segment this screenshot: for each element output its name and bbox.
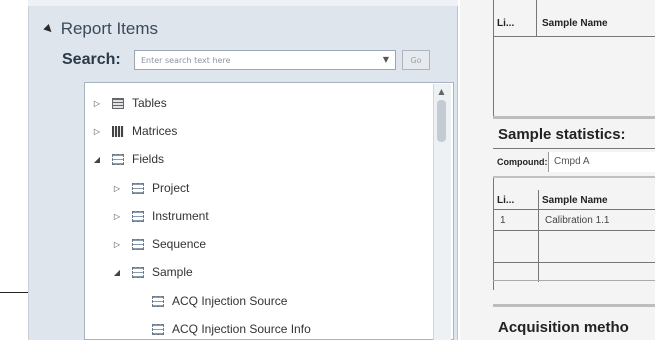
- tree-item-label: Project: [152, 181, 190, 195]
- report-items-header[interactable]: ▼ Report Items: [42, 14, 159, 44]
- table-border: [493, 148, 655, 149]
- field-icon: [132, 210, 144, 222]
- compound-value-field[interactable]: Cmpd A: [548, 152, 655, 172]
- tree-item-label: Tables: [132, 96, 167, 110]
- column-header-sample-name: Sample Name: [542, 18, 608, 29]
- collapse-arrow-icon[interactable]: ◢: [92, 155, 102, 164]
- scroll-up-arrow-icon[interactable]: ▲: [433, 84, 450, 98]
- tree-item-label: Fields: [132, 152, 165, 166]
- column-header-line: Li...: [497, 195, 515, 206]
- field-icon: [152, 295, 164, 307]
- tree-item-label: ACQ Injection Source: [172, 294, 288, 308]
- table-border: [493, 36, 655, 37]
- column-header-sample-name: Sample Name: [542, 195, 608, 206]
- matrix-icon: [112, 125, 124, 137]
- tree-item-acq-injection-source[interactable]: ACQ Injection Source: [132, 291, 287, 311]
- section-separator: [493, 304, 655, 307]
- compound-label: Compound:: [497, 157, 548, 167]
- scroll-thumb[interactable]: [437, 100, 446, 142]
- table-border: [493, 230, 655, 231]
- table-border: [493, 209, 655, 210]
- acquisition-method-title: Acquisition metho: [498, 319, 629, 336]
- tree-item-label: Sample: [152, 265, 193, 279]
- search-input[interactable]: Enter search text here ▼: [134, 50, 396, 70]
- expand-arrow-icon[interactable]: ▷: [112, 184, 122, 193]
- tree-item-project[interactable]: ▷ Project: [112, 178, 189, 198]
- field-icon: [132, 238, 144, 250]
- expand-arrow-icon[interactable]: ▷: [92, 99, 102, 108]
- collapse-triangle-icon[interactable]: ▼: [42, 22, 55, 35]
- field-icon: [112, 153, 124, 165]
- table-border: [493, 178, 494, 290]
- section-separator: [493, 116, 655, 119]
- collapse-arrow-icon[interactable]: ◢: [112, 268, 122, 277]
- table-border: [536, 0, 537, 36]
- tree-item-label: ACQ Injection Source Info: [172, 322, 311, 336]
- sample-statistics-title: Sample statistics:: [498, 126, 626, 143]
- table-border: [493, 280, 655, 281]
- table-icon: [112, 97, 124, 109]
- table-border: [538, 190, 539, 282]
- tree-item-matrices[interactable]: ▷ Matrices: [92, 121, 177, 141]
- tree-item-sample[interactable]: ◢ Sample: [112, 262, 193, 282]
- tree-item-label: Sequence: [152, 237, 207, 251]
- expand-arrow-icon[interactable]: ▷: [92, 127, 102, 136]
- tree-item-instrument[interactable]: ▷ Instrument: [112, 206, 209, 226]
- expand-arrow-icon[interactable]: ▷: [112, 240, 122, 249]
- tree-item-label: Matrices: [132, 124, 178, 138]
- column-header-line: Li...: [497, 18, 515, 29]
- tree-item-tables[interactable]: ▷ Tables: [92, 93, 167, 113]
- table-border: [493, 0, 494, 118]
- field-icon: [152, 323, 164, 335]
- row-line-number: 1: [500, 215, 506, 226]
- report-items-label: Report Items: [60, 19, 159, 38]
- row-sample-name: Calibration 1.1: [545, 215, 610, 226]
- expand-arrow-icon[interactable]: ▷: [112, 212, 122, 221]
- panel-top-strip: [28, 0, 458, 6]
- search-label: Search:: [62, 51, 121, 68]
- field-icon: [132, 182, 144, 194]
- tree-item-label: Instrument: [152, 209, 209, 223]
- left-margin: [0, 0, 28, 340]
- tree-item-acq-injection-source-info[interactable]: ACQ Injection Source Info: [132, 319, 311, 339]
- search-placeholder: Enter search text here: [141, 55, 231, 65]
- tree-item-sequence[interactable]: ▷ Sequence: [112, 234, 206, 254]
- dropdown-arrow-icon[interactable]: ▼: [383, 55, 389, 64]
- table-border: [493, 262, 655, 263]
- table-border: [493, 176, 655, 178]
- tree-item-fields[interactable]: ◢ Fields: [92, 149, 164, 169]
- go-button[interactable]: Go: [402, 50, 430, 70]
- search-row: Search: Enter search text here ▼ Go: [62, 50, 430, 70]
- field-icon: [132, 266, 144, 278]
